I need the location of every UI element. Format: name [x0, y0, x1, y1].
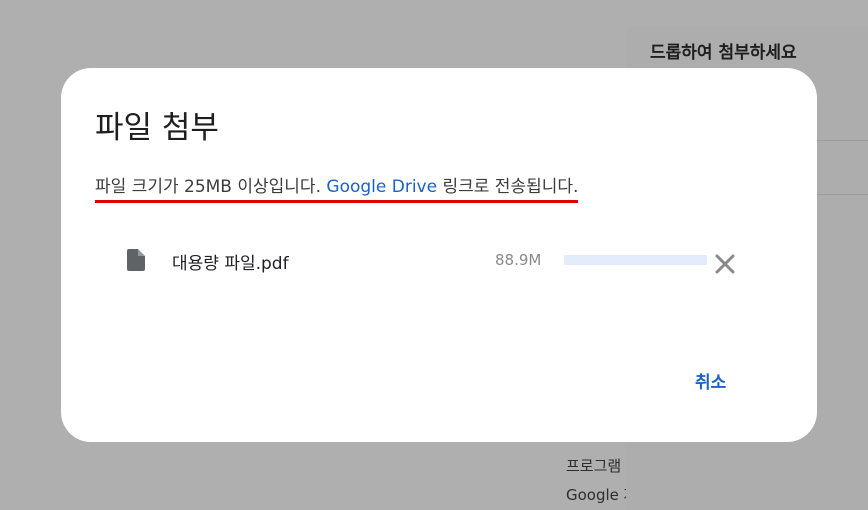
dialog-message: 파일 크기가 25MB 이상입니다. Google Drive 링크로 전송됩니…: [95, 172, 579, 203]
footer-google-text: Google 제공: [566, 486, 626, 504]
upload-progress-bar: [564, 255, 707, 265]
attach-file-dialog: 파일 첨부 파일 크기가 25MB 이상입니다. Google Drive 링크…: [61, 68, 817, 442]
message-suffix: 링크로 전송됩니다.: [437, 177, 579, 197]
close-icon[interactable]: [713, 252, 737, 276]
upload-file-row: 대용량 파일.pdf 88.9M: [61, 244, 817, 280]
cancel-button[interactable]: 취소: [695, 368, 726, 393]
message-prefix: 파일 크기가 25MB 이상입니다.: [95, 177, 327, 197]
google-drive-link[interactable]: Google Drive: [326, 177, 437, 197]
dialog-title: 파일 첨부: [95, 110, 219, 146]
file-size: 88.9M: [495, 251, 542, 269]
footer-policy-text: 프로그램 정책: [566, 457, 626, 475]
file-icon: [127, 249, 145, 271]
file-name: 대용량 파일.pdf: [172, 254, 289, 274]
drop-panel-title: 드롭하여 첨부하세요: [650, 43, 797, 63]
